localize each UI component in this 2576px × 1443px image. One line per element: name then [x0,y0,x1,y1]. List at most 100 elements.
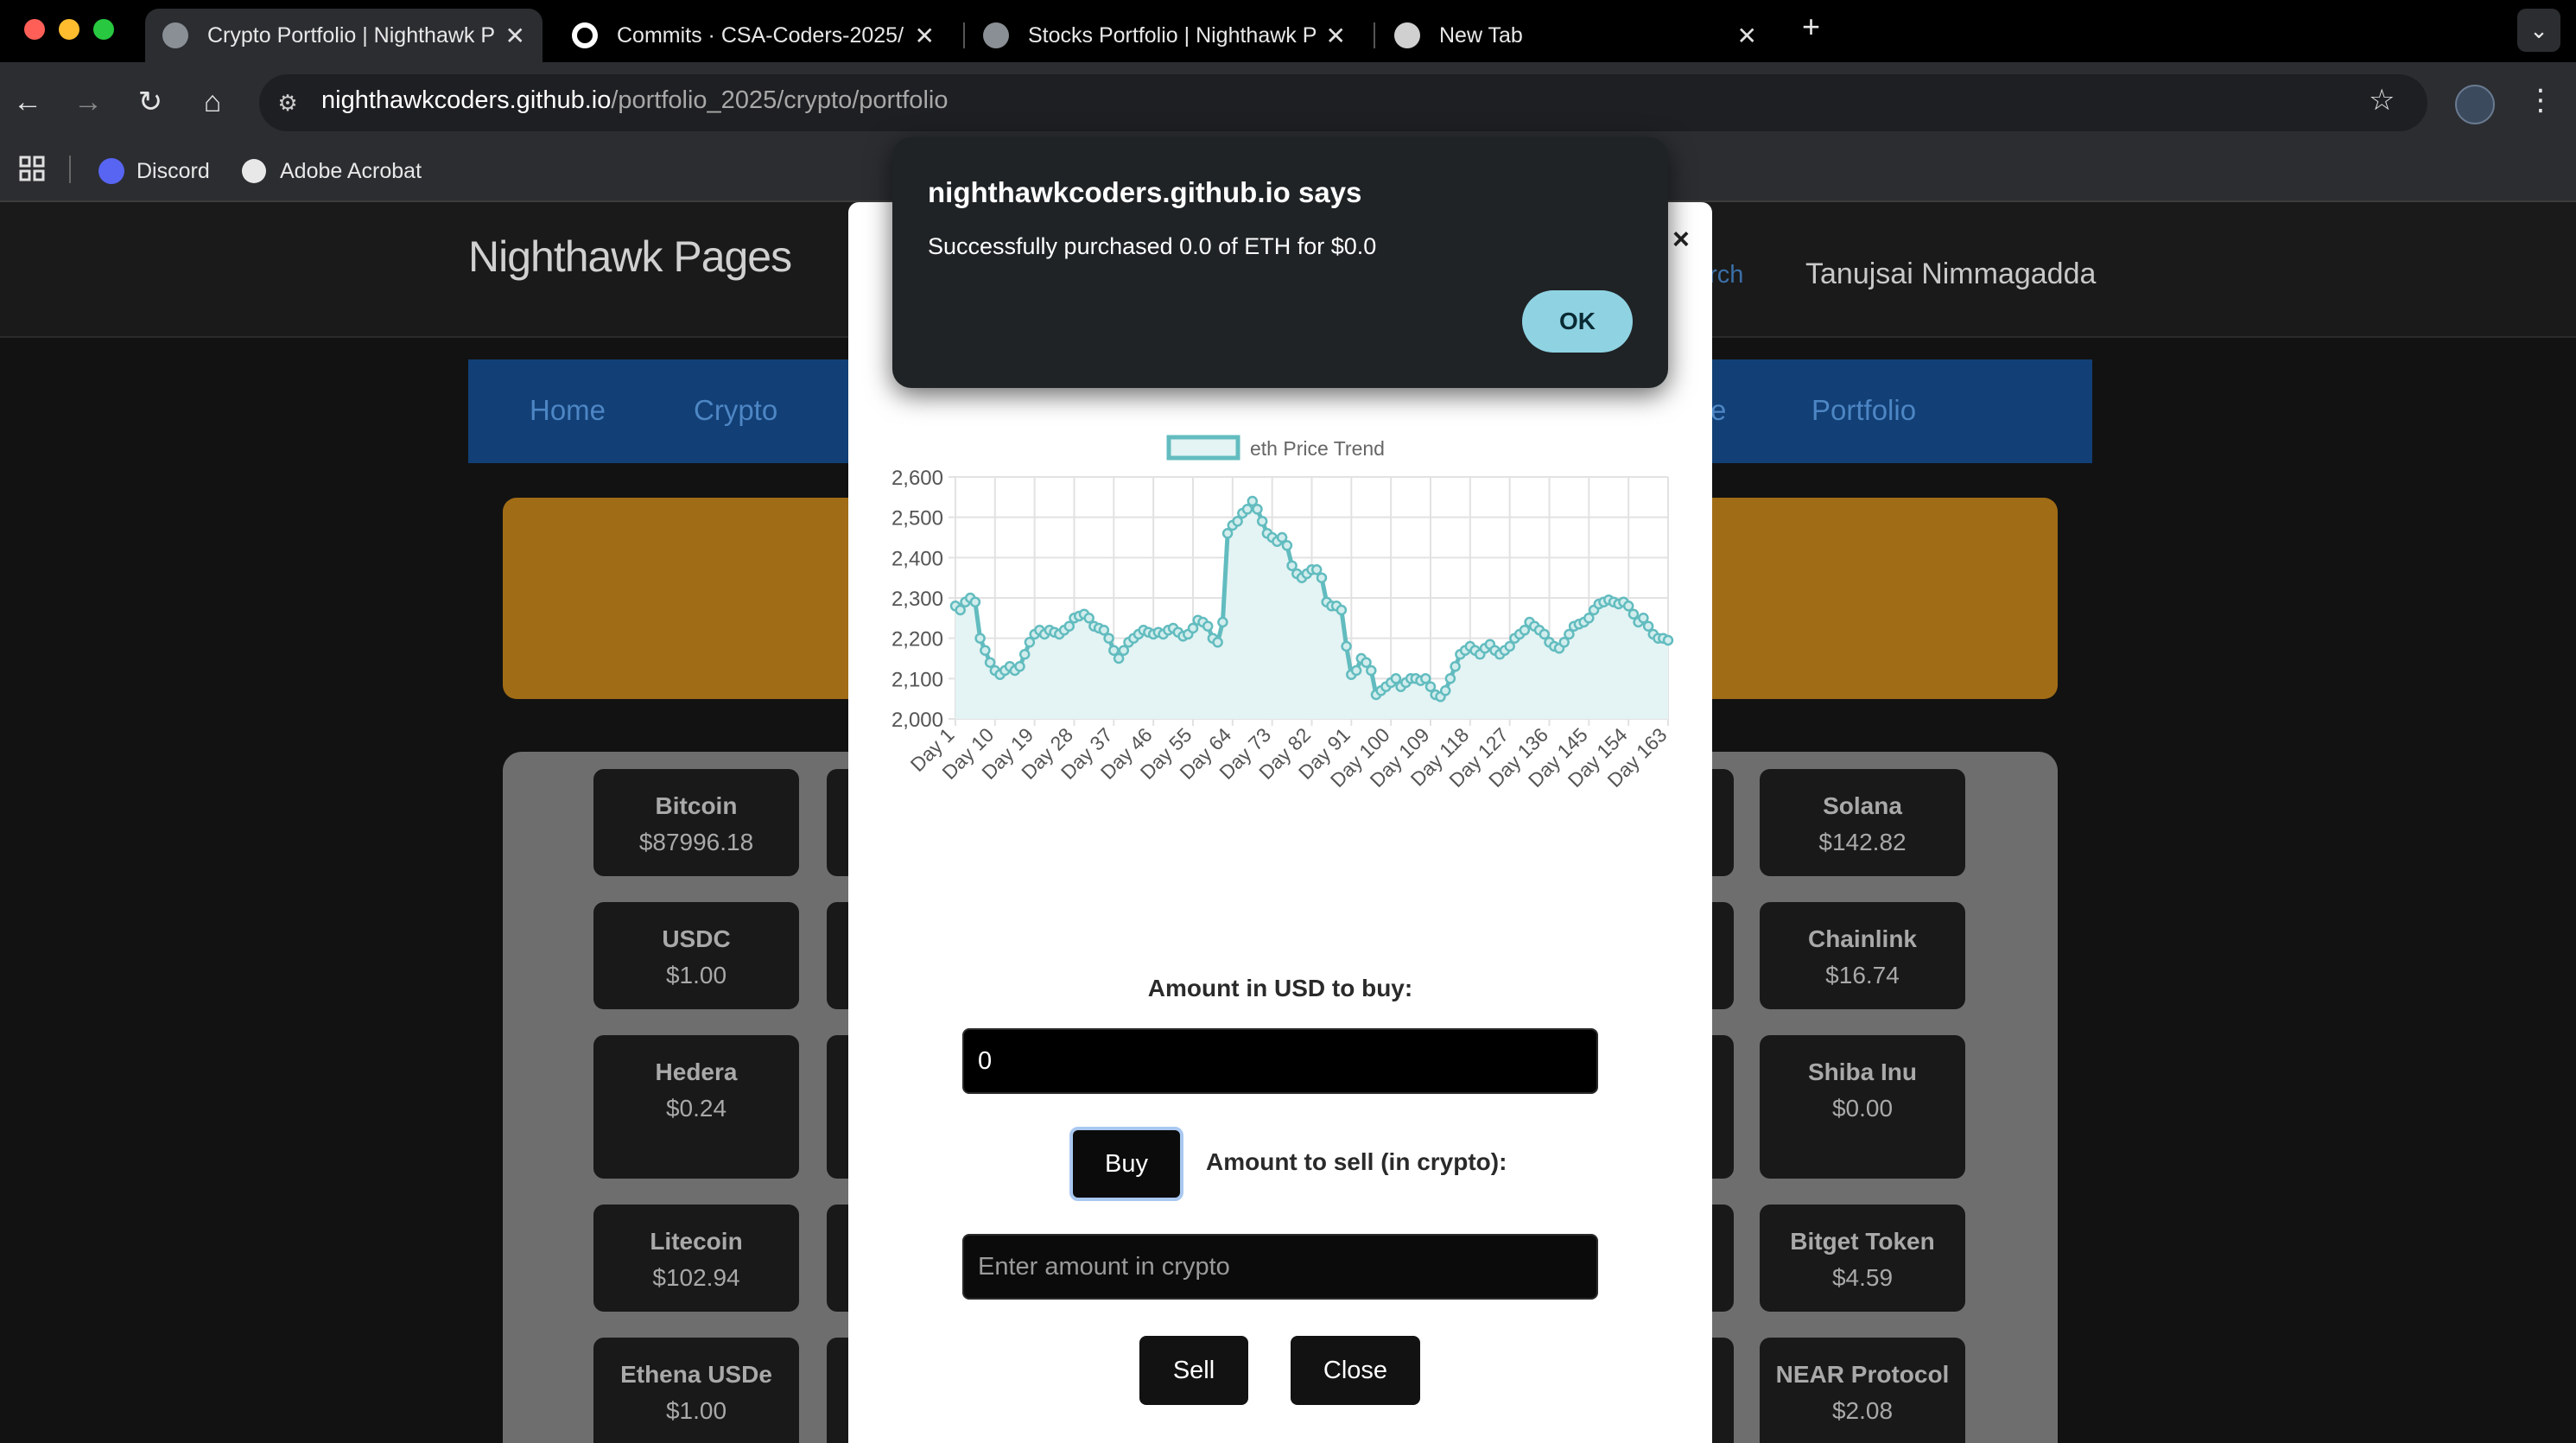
tab-crypto-portfolio[interactable]: Crypto Portfolio | Nighthawk P ✕ [145,9,542,62]
crypto-price: $142.82 [1818,829,1907,855]
crypto-price: $1.00 [665,1397,727,1424]
crypto-card-bitcoin[interactable]: Bitcoin $87996.18 [593,769,799,876]
globe-icon [242,159,266,183]
crypto-card-bitget-token[interactable]: Bitget Token $4.59 [1760,1205,1965,1312]
crypto-name: USDC [662,925,731,952]
y-axis-ticks: 2,000 2,100 2,200 2,300 2,400 2,500 2,600 [891,467,943,732]
maximize-window-button[interactable] [93,19,114,40]
crypto-card-litecoin[interactable]: Litecoin $102.94 [593,1205,799,1312]
url-text[interactable]: nighthawkcoders.github.io/portfolio_2025… [321,86,948,115]
chart-legend: eth Price Trend [1166,435,1385,461]
crypto-card-usdc[interactable]: USDC $1.00 [593,902,799,1009]
site-brand[interactable]: Nighthawk Pages [468,232,792,282]
nav-crypto[interactable]: Crypto [694,394,777,427]
price-point [969,596,981,607]
close-window-button[interactable] [24,19,45,40]
price-point [1063,620,1075,632]
apps-grid-icon[interactable] [19,156,45,181]
buy-amount-label: Amount in USD to buy: [1147,975,1413,1001]
crypto-price: $87996.18 [638,829,754,855]
tab-separator [963,22,965,48]
tab-search-chevron-icon[interactable]: ⌄ [2517,9,2560,52]
buy-button[interactable]: Buy [1069,1127,1183,1201]
modal-close-icon[interactable]: × [1672,223,1690,257]
user-name[interactable]: Tanujsai Nimmagadda [1805,257,2096,291]
crypto-card-chainlink[interactable]: Chainlink $16.74 [1760,902,1965,1009]
crypto-card-solana[interactable]: Solana $142.82 [1760,769,1965,876]
nav-item-partial[interactable]: e [1710,394,1726,427]
sell-amount-input[interactable] [962,1234,1598,1300]
profile-avatar[interactable] [2455,85,2495,124]
menu-kebab-icon[interactable]: ⋮ [2526,83,2555,118]
close-tab-icon[interactable]: ✕ [505,22,525,50]
price-point [1420,673,1431,684]
buy-amount-input[interactable] [962,1028,1598,1094]
sell-button[interactable]: Sell [1139,1336,1248,1405]
price-point [980,645,991,656]
alert-ok-button[interactable]: OK [1522,290,1633,353]
github-icon [572,22,598,48]
tab-new-tab[interactable]: New Tab ✕ [1377,9,1774,62]
crypto-name: Shiba Inu [1808,1058,1917,1085]
y-tick-label: 2,200 [891,628,943,652]
close-tab-icon[interactable]: ✕ [915,22,935,50]
price-point [1018,649,1031,660]
y-tick-label: 2,500 [891,507,943,531]
price-point [1390,673,1402,684]
site-settings-icon[interactable]: ⚙ [273,88,302,118]
price-point [1014,661,1025,672]
price-point [1103,633,1114,644]
alert-message: Successfully purchased 0.0 of ETH for $0… [928,233,1377,259]
forward-arrow-icon[interactable]: → [69,83,107,121]
minimize-window-button[interactable] [59,19,79,40]
price-point [1310,564,1323,575]
nav-portfolio[interactable]: Portfolio [1811,394,1916,427]
tab-commits[interactable]: Commits · CSA-Coders-2025/ ✕ [555,9,952,62]
globe-icon [162,22,188,48]
price-point [1083,613,1094,624]
bookmark-discord[interactable]: Discord [98,154,210,188]
back-arrow-icon[interactable]: ← [9,83,47,121]
new-tab-button[interactable]: + [1802,9,1820,45]
tab-separator [1374,22,1375,48]
close-button[interactable]: Close [1291,1336,1420,1405]
legend-label: eth Price Trend [1250,437,1385,460]
crypto-price: $2.08 [1831,1397,1894,1424]
crypto-name: Solana [1823,792,1902,819]
price-point [1212,637,1223,648]
chrome-icon [1394,22,1420,48]
crypto-card-near-protocol[interactable]: NEAR Protocol $2.08 [1760,1338,1965,1443]
tab-label: New Tab [1439,22,1523,48]
price-point [1622,601,1634,612]
reload-icon[interactable]: ↻ [131,83,169,121]
nav-home[interactable]: Home [530,394,606,427]
crypto-card-ethena-usde[interactable]: Ethena USDe $1.00 [593,1338,799,1443]
crypto-price: $0.00 [1831,1095,1894,1122]
y-tick-label: 2,600 [891,467,943,490]
price-point [1202,620,1214,632]
tab-stocks-portfolio[interactable]: Stocks Portfolio | Nighthawk P ✕ [966,9,1363,62]
price-point [1316,572,1328,583]
crypto-card-shiba-inu[interactable]: Shiba Inu $0.00 [1760,1035,1965,1179]
crypto-card-hedera[interactable]: Hedera $0.24 [593,1035,799,1179]
crypto-name: Chainlink [1807,925,1917,952]
bookmark-star-icon[interactable]: ☆ [2369,83,2395,118]
close-tab-icon[interactable]: ✕ [1737,22,1757,50]
crypto-name: Bitget Token [1790,1228,1935,1255]
price-point [1256,516,1268,527]
y-tick-label: 2,300 [891,588,943,611]
url-host: nighthawkcoders.github.io [321,86,612,114]
y-tick-label: 2,100 [891,668,943,691]
price-point [1281,540,1293,551]
price-point [1252,504,1263,515]
home-icon[interactable]: ⌂ [194,83,232,121]
bookmark-adobe-acrobat[interactable]: Adobe Acrobat [242,154,422,188]
price-point [974,633,986,644]
crypto-name: Litecoin [650,1228,743,1255]
price-point [1638,613,1649,624]
close-tab-icon[interactable]: ✕ [1326,22,1346,50]
crypto-name: Hedera [655,1058,738,1085]
bookmark-separator [69,156,71,183]
price-point [1450,661,1461,672]
price-point [1336,604,1348,616]
